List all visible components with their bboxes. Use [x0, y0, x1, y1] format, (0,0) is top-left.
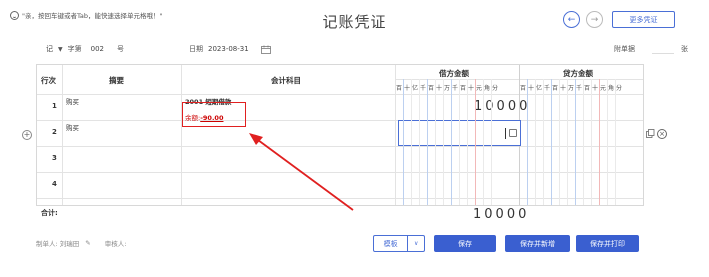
save-and-print-button[interactable]: 保存并打印 — [576, 235, 639, 252]
save-and-new-button[interactable]: 保存并新增 — [505, 235, 570, 252]
maker-label: 制单人: 刘瑞田 — [36, 240, 80, 248]
copy-row-icon[interactable] — [646, 129, 655, 138]
save-button[interactable]: 保存 — [434, 235, 496, 252]
add-row-icon[interactable]: + — [22, 130, 32, 140]
footer-info: 制单人: 刘瑞田 ✎ 审核人: — [36, 238, 126, 248]
template-button[interactable]: 模板 ∨ — [373, 235, 425, 252]
template-label: 模板 — [383, 239, 398, 248]
pencil-icon[interactable]: ✎ — [85, 239, 90, 247]
chevron-down-icon[interactable]: ∨ — [407, 236, 424, 251]
delete-row-icon[interactable]: × — [657, 129, 667, 139]
reviewer-label: 审核人: — [104, 240, 127, 248]
